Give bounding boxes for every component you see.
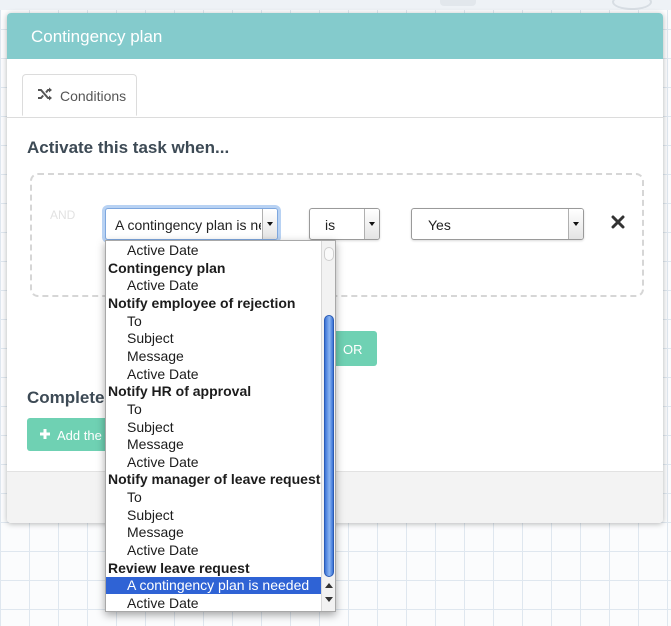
dropdown-group-label: Notify manager of leave request <box>108 471 321 488</box>
scroll-up-icon[interactable] <box>325 583 333 588</box>
tab-bar: Conditions <box>7 59 663 118</box>
dropdown-group-label: Notify HR of approval <box>108 383 252 400</box>
tab-label: Conditions <box>60 88 127 104</box>
value-select-value: Yes <box>428 217 451 233</box>
scroll-down-icon[interactable] <box>325 597 333 602</box>
dropdown-option[interactable]: Subject <box>106 507 335 524</box>
dropdown-option[interactable]: To <box>106 313 335 330</box>
plus-icon <box>40 429 50 439</box>
chevron-down-icon <box>262 209 277 239</box>
modal-header: Contingency plan <box>7 13 663 59</box>
chevron-down-icon <box>568 209 583 239</box>
dropdown-option[interactable]: Subject <box>106 419 335 436</box>
dropdown-option[interactable]: Message <box>106 348 335 365</box>
condition-prefix: AND <box>50 208 76 222</box>
dropdown-option[interactable]: Active Date <box>106 454 335 471</box>
activate-heading: Activate this task when... <box>27 138 230 157</box>
complete-heading: Complete <box>27 388 105 407</box>
dropdown-option[interactable]: Active Date <box>106 277 335 294</box>
modal-title: Contingency plan <box>31 27 163 46</box>
or-button-label: OR <box>343 342 363 357</box>
operator-select[interactable]: is <box>309 208 380 240</box>
scrollbar-cap <box>324 247 334 261</box>
dropdown-option[interactable]: To <box>106 401 335 418</box>
dropdown-group-label: Contingency plan <box>108 259 226 276</box>
toolbar-shape <box>440 0 476 6</box>
chevron-down-icon <box>364 209 379 239</box>
operator-select-value: is <box>325 217 336 233</box>
dropdown-scrollbar[interactable] <box>321 241 335 611</box>
background-toolbar <box>0 0 671 10</box>
field-select[interactable]: A contingency plan is needed <box>105 208 278 240</box>
scrollbar-thumb[interactable] <box>324 315 334 577</box>
dropdown-group-label: Review leave request <box>108 559 250 576</box>
dropdown-option[interactable]: Active Date <box>106 595 335 611</box>
add-or-condition-button[interactable]: OR <box>330 331 377 366</box>
shuffle-icon <box>38 87 52 101</box>
dropdown-option[interactable]: To <box>106 489 335 506</box>
dropdown-option[interactable]: Active Date <box>106 366 335 383</box>
dropdown-option[interactable]: Message <box>106 524 335 541</box>
field-select-value: A contingency plan is needed <box>115 217 261 233</box>
dropdown-option[interactable]: A contingency plan is needed <box>106 577 335 595</box>
dropdown-option[interactable]: Subject <box>106 330 335 347</box>
value-select[interactable]: Yes <box>411 208 584 240</box>
field-dropdown-list[interactable]: Active Date Contingency plan Active Date No… <box>105 240 336 612</box>
toolbar-arc <box>612 0 652 10</box>
dropdown-group-label: Notify employee of rejection <box>108 294 296 311</box>
close-icon[interactable] <box>611 215 625 229</box>
dropdown-option[interactable]: Active Date <box>106 242 335 259</box>
add-button-label: Add the <box>57 428 102 443</box>
dropdown-option[interactable]: Active Date <box>106 542 335 559</box>
dropdown-option[interactable]: Message <box>106 436 335 453</box>
tab-conditions[interactable]: Conditions <box>22 74 137 116</box>
